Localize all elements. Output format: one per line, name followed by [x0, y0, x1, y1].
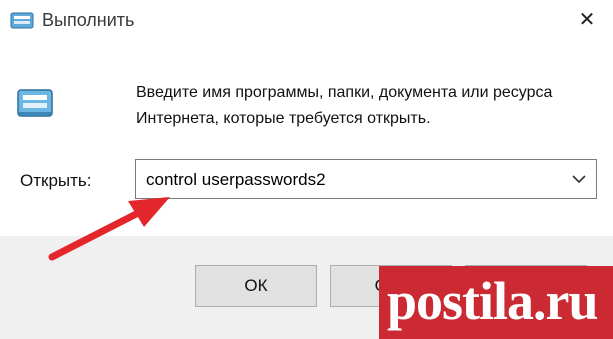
postila-watermark: postila.ru [379, 266, 613, 339]
ok-button[interactable]: ОК [195, 265, 317, 307]
watermark-text: postila.ru [387, 271, 599, 331]
